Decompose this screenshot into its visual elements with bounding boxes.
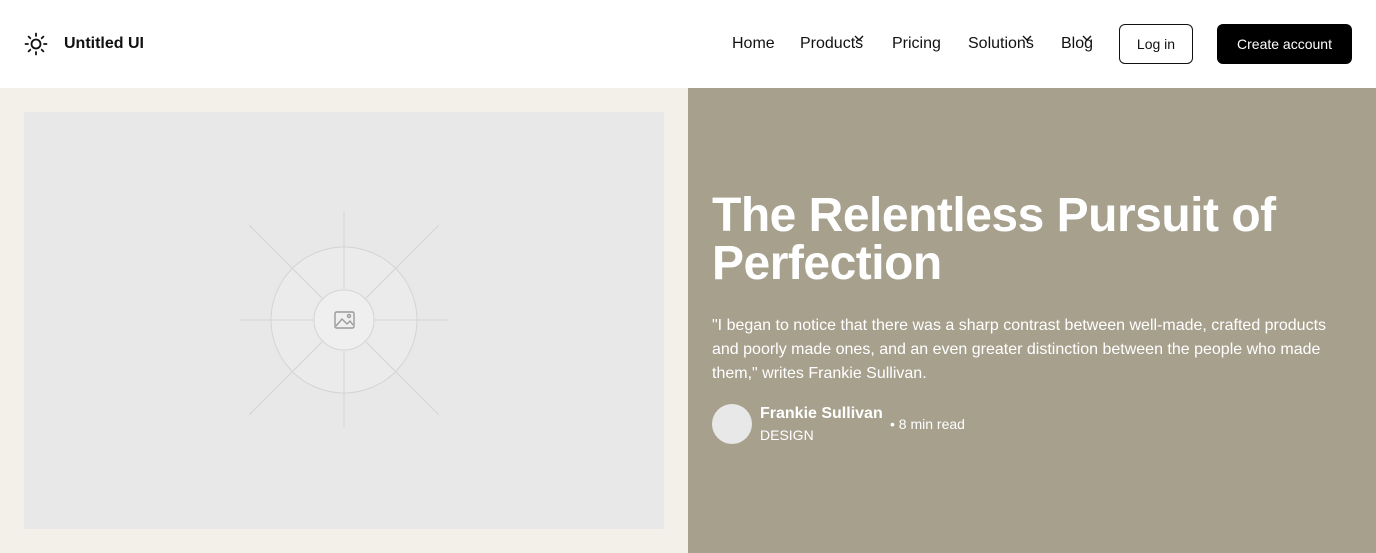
chevron-down-icon <box>1082 35 1092 41</box>
article-title: The Relentless Pursuit of Perfection <box>712 189 1276 290</box>
chevron-down-icon <box>854 35 864 41</box>
author-category: DESIGN <box>760 427 814 443</box>
hero-media-panel <box>0 88 688 553</box>
site-header: Untitled UI Home Products Pricing Soluti… <box>0 0 1376 88</box>
chevron-down-icon <box>1022 35 1032 41</box>
article-quote: "I began to notice that there was a shar… <box>712 317 1327 382</box>
avatar <box>712 404 752 444</box>
nav-item-home[interactable]: Home <box>732 33 775 55</box>
image-placeholder-graphic <box>239 212 449 427</box>
hero-content-panel: The Relentless Pursuit of Perfection "I … <box>688 88 1376 553</box>
image-placeholder <box>24 112 664 529</box>
read-time: • 8 min read <box>890 416 965 432</box>
brand-name: Untitled UI <box>64 35 144 52</box>
login-button[interactable]: Log in <box>1119 24 1193 64</box>
author-name[interactable]: Frankie Sullivan <box>760 404 883 424</box>
create-account-button[interactable]: Create account <box>1217 24 1352 64</box>
nav-item-pricing[interactable]: Pricing <box>892 33 941 55</box>
brand-logo[interactable]: Untitled UI <box>24 32 144 56</box>
sun-icon <box>24 32 48 56</box>
